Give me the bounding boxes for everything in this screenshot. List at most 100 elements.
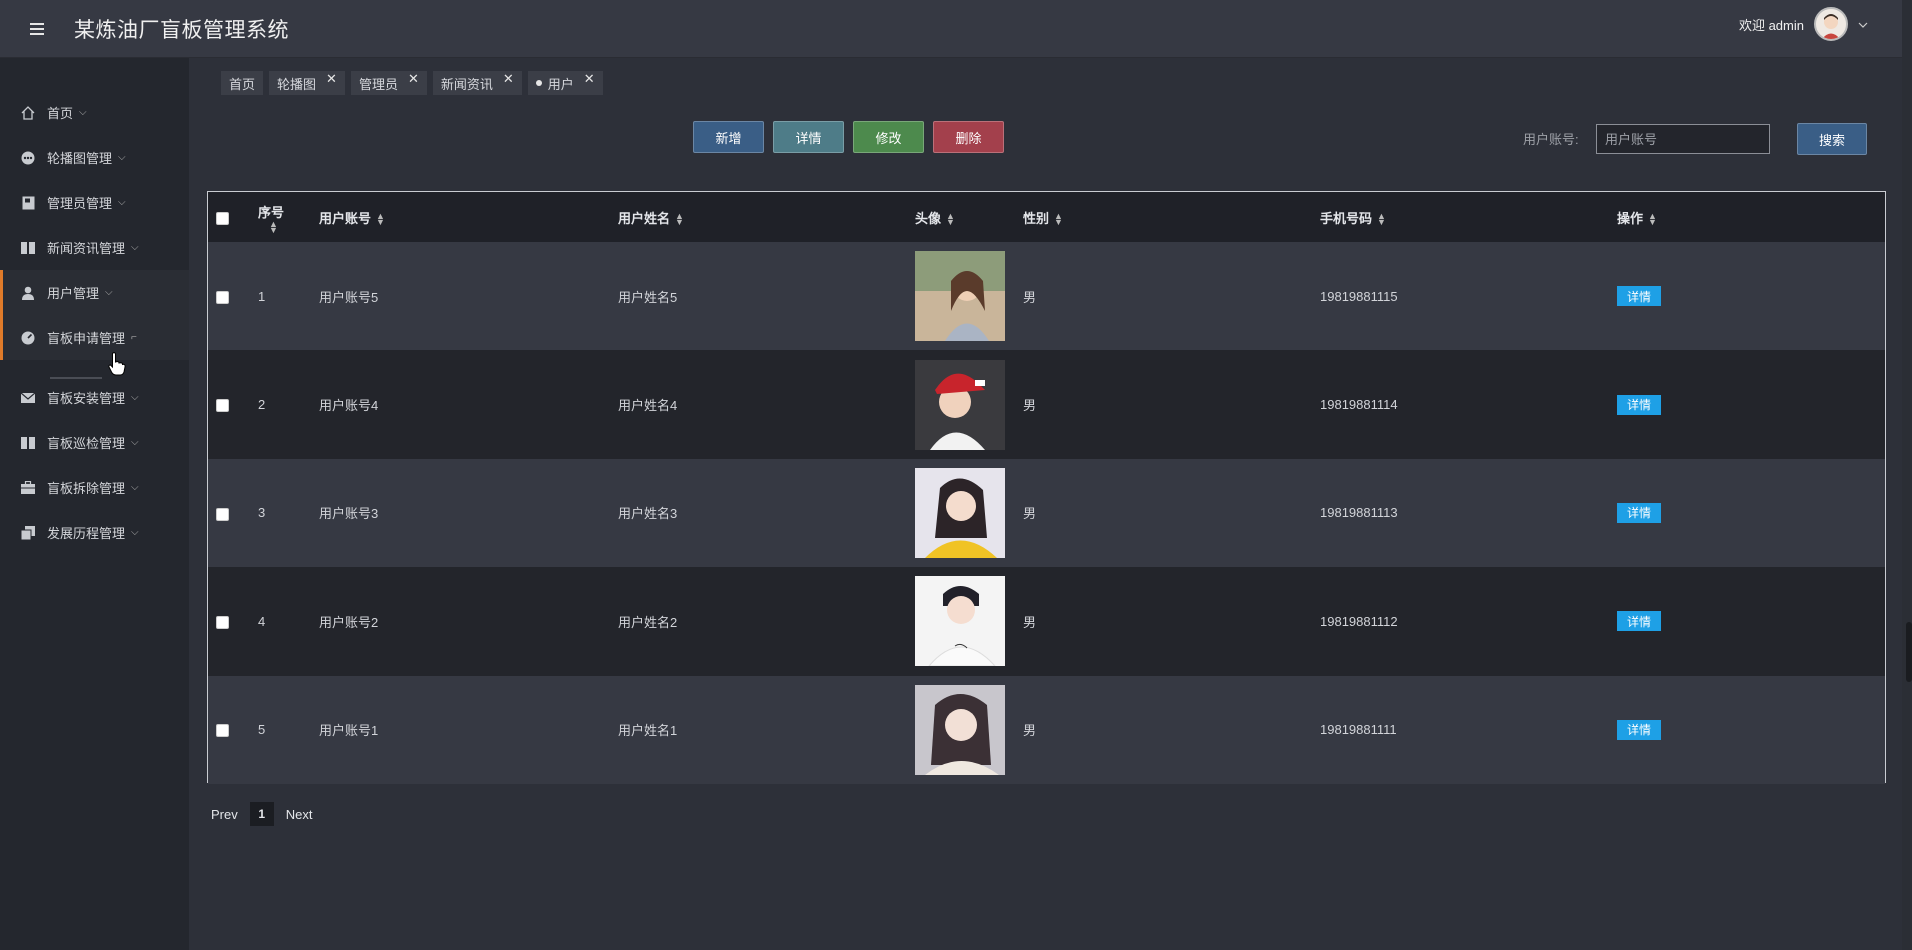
add-button[interactable]: 新增 [693, 121, 764, 153]
chevron-down-icon: ⌵ [118, 197, 126, 208]
tab-home[interactable]: 首页 [221, 71, 264, 95]
row-checkbox[interactable] [216, 724, 229, 738]
gauge-icon [20, 330, 36, 346]
user-avatar-photo[interactable] [915, 576, 1005, 667]
user-avatar-photo[interactable] [915, 467, 1005, 558]
tab-bar: 首页 轮播图 ✕ 管理员 ✕ 新闻资讯 ✕ 用户 ✕ [221, 71, 603, 95]
cell-phone: 19819881114 [1320, 397, 1398, 413]
search-button[interactable]: 搜索 [1797, 123, 1867, 155]
sort-icon[interactable]: ▲ ▼ [946, 212, 955, 227]
chevron-down-icon: ⌵ [79, 107, 87, 118]
header-ops[interactable]: 操作 ▲ ▼ [1617, 192, 1885, 242]
chevron-down-icon: ⌵ [131, 392, 139, 403]
sort-icon[interactable]: ▲ ▼ [269, 219, 278, 234]
row-detail-button[interactable]: 详情 [1617, 611, 1661, 632]
tab-carousel[interactable]: 轮播图 ✕ [269, 71, 345, 95]
page-number[interactable]: 1 [249, 802, 274, 826]
page-scrollbar[interactable] [1902, 0, 1912, 950]
menu-toggle-icon[interactable] [0, 22, 74, 35]
sidebar-item-users[interactable]: 用户管理 ⌵ [0, 270, 189, 315]
sidebar-item-blind-remove[interactable]: 盲板拆除管理 ⌵ [0, 465, 189, 510]
chevron-down-icon: ⌵ [131, 527, 139, 538]
cell-gender: 男 [1023, 398, 1037, 414]
sidebar-item-home[interactable]: 首页 ⌵ [0, 90, 189, 135]
row-detail-button[interactable]: 详情 [1617, 286, 1661, 307]
scrollbar-thumb[interactable] [1906, 622, 1912, 682]
sidebar-item-news[interactable]: 新闻资讯管理 ⌵ [0, 225, 189, 270]
header-name[interactable]: 用户姓名 ▲ ▼ [618, 192, 915, 242]
cell-name: 用户姓名3 [618, 506, 678, 522]
sidebar-item-label: 盲板拆除管理 [47, 481, 126, 496]
cell-seq: 1 [258, 288, 266, 304]
sort-icon[interactable]: ▲ ▼ [376, 212, 385, 227]
cell-seq: 3 [258, 505, 266, 521]
cell-gender: 男 [1023, 723, 1037, 739]
chevron-down-icon: ⌐ [131, 332, 137, 343]
sidebar-item-blind-apply[interactable]: 盲板申请管理 ⌐ [0, 315, 189, 360]
detail-button[interactable]: 详情 [773, 121, 844, 153]
user-avatar-photo[interactable] [915, 684, 1005, 775]
search-input[interactable] [1596, 124, 1770, 154]
cell-name: 用户姓名2 [618, 614, 678, 630]
table-row[interactable]: 4 用户账号2 用户姓名2 男 19819881112 详情 [208, 567, 1885, 676]
next-page-link[interactable]: Next [286, 807, 313, 822]
user-table: 序号 ▲ ▼ 用户账号 ▲ ▼ 用户姓名 ▲ ▼ 头像 ▲ ▼ 性别 ▲ ▼ 手机号码 ▲ ▼ 操作 ▲… [207, 191, 1886, 784]
close-icon[interactable]: ✕ [326, 71, 337, 87]
row-checkbox[interactable] [216, 290, 229, 304]
cell-phone: 19819881115 [1320, 288, 1398, 304]
close-icon[interactable]: ✕ [503, 71, 514, 87]
row-checkbox[interactable] [216, 615, 229, 629]
sidebar-item-carousel[interactable]: 轮播图管理 ⌵ [0, 135, 189, 180]
header-phone[interactable]: 手机号码 ▲ ▼ [1320, 192, 1617, 242]
header-gender[interactable]: 性别 ▲ ▼ [1023, 192, 1320, 242]
user-avatar-photo[interactable] [915, 359, 1005, 450]
cell-seq: 5 [258, 722, 266, 738]
close-icon[interactable]: ✕ [584, 71, 595, 87]
cell-gender: 男 [1023, 506, 1037, 522]
sidebar: 首页 ⌵ 轮播图管理 ⌵ 管理员管理 ⌵ 新闻资讯管理 ⌵ 用户管理 ⌵ 盲板申… [0, 58, 189, 950]
sidebar-item-label: 轮播图管理 [47, 151, 113, 166]
user-avatar[interactable] [1814, 7, 1848, 41]
header-seq[interactable]: 序号 ▲ ▼ [258, 202, 284, 235]
row-checkbox[interactable] [216, 399, 229, 413]
close-icon[interactable]: ✕ [408, 71, 419, 87]
active-dot-icon [535, 80, 542, 86]
sidebar-item-label: 盲板申请管理 [47, 331, 126, 346]
tab-admin[interactable]: 管理员 ✕ [350, 71, 427, 95]
app-title: 某炼油厂盲板管理系统 [74, 17, 289, 42]
cell-name: 用户姓名4 [618, 398, 678, 414]
submenu-divider [50, 377, 102, 379]
action-bar: 新增 详情 修改 删除 [693, 121, 1004, 153]
table-row[interactable]: 1 用户账号5 用户姓名5 男 19819881115 详情 [208, 242, 1885, 351]
chevron-down-icon[interactable] [1858, 17, 1868, 31]
select-all-checkbox[interactable] [216, 211, 229, 225]
sidebar-item-blind-inspect[interactable]: 盲板巡检管理 ⌵ [0, 420, 189, 465]
delete-button[interactable]: 删除 [933, 121, 1004, 153]
sidebar-item-label: 首页 [47, 106, 74, 121]
chevron-down-icon: ⌵ [105, 287, 113, 298]
prev-page-link[interactable]: Prev [211, 807, 238, 822]
user-menu[interactable]: 欢迎 admin [1739, 0, 1868, 48]
sidebar-item-history[interactable]: 发展历程管理 ⌵ [0, 510, 189, 555]
table-row[interactable]: 5 用户账号1 用户姓名1 男 19819881111 详情 [208, 675, 1885, 784]
sidebar-item-blind-install[interactable]: 盲板安装管理 ⌵ [0, 375, 189, 420]
row-detail-button[interactable]: 详情 [1617, 719, 1661, 740]
row-detail-button[interactable]: 详情 [1617, 394, 1661, 415]
edit-button[interactable]: 修改 [853, 121, 924, 153]
sidebar-item-admin[interactable]: 管理员管理 ⌵ [0, 180, 189, 225]
search-label: 用户账号: [1523, 132, 1579, 147]
tab-news[interactable]: 新闻资讯 ✕ [432, 71, 522, 95]
top-header: 某炼油厂盲板管理系统 欢迎 admin [0, 0, 1912, 58]
tab-users[interactable]: 用户 ✕ [527, 71, 603, 95]
header-avatar[interactable]: 头像 ▲ ▼ [915, 192, 1023, 242]
sort-icon[interactable]: ▲ ▼ [1377, 212, 1386, 227]
row-detail-button[interactable]: 详情 [1617, 502, 1661, 523]
header-account[interactable]: 用户账号 ▲ ▼ [319, 192, 618, 242]
sort-icon[interactable]: ▲ ▼ [675, 212, 684, 227]
table-row[interactable]: 3 用户账号3 用户姓名3 男 19819881113 详情 [208, 458, 1885, 568]
sort-icon[interactable]: ▲ ▼ [1648, 212, 1657, 227]
sort-icon[interactable]: ▲ ▼ [1054, 212, 1063, 227]
user-avatar-photo[interactable] [915, 251, 1005, 342]
table-row[interactable]: 2 用户账号4 用户姓名4 男 19819881114 详情 [208, 350, 1885, 459]
row-checkbox[interactable] [216, 507, 229, 521]
